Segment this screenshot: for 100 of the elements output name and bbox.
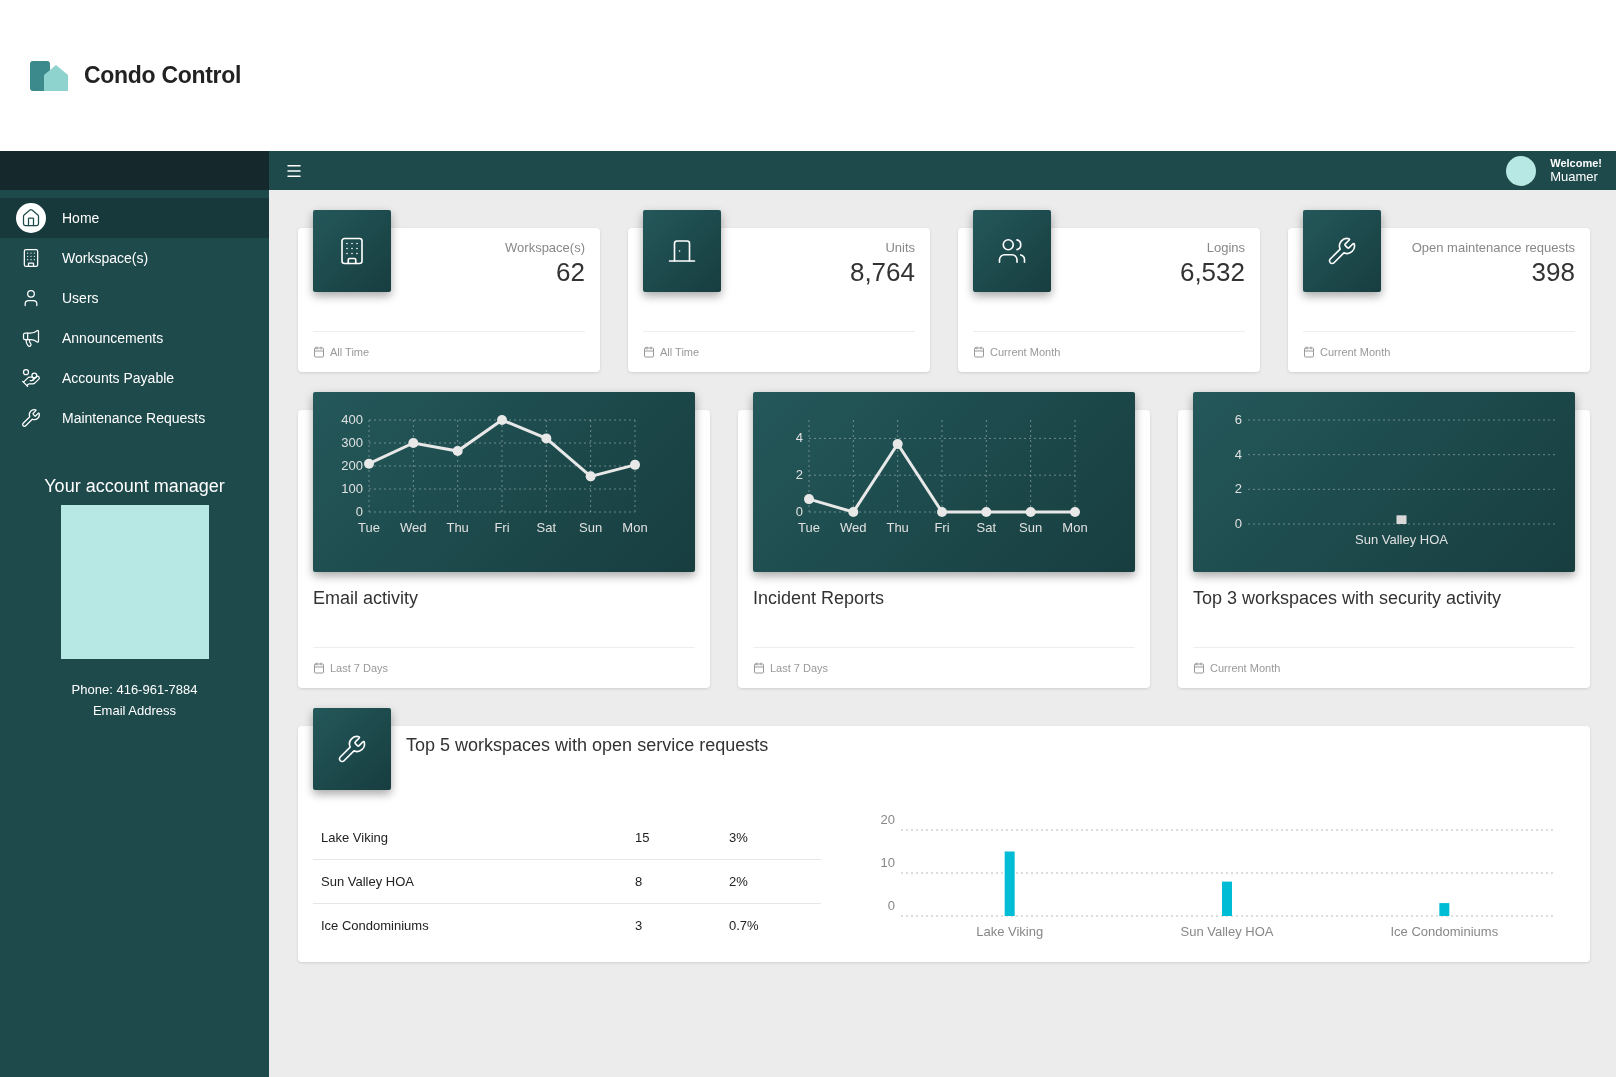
period-text: Current Month (1210, 662, 1281, 674)
axis-label: Mon (1062, 520, 1088, 535)
email-text: Email Address (91, 702, 178, 720)
chart-title: Email activity (313, 588, 419, 609)
table-cell-text: Sun Valley HOA (320, 874, 415, 889)
axis-label: Thu (446, 520, 469, 535)
chart-bar (1396, 515, 1407, 524)
data-point (804, 494, 814, 505)
data-point (892, 438, 903, 449)
brand-name: Condo Control (84, 62, 242, 89)
wrench-icon (1327, 236, 1357, 266)
welcome-text: Welcome! (1550, 157, 1602, 169)
axis-label: Sun Valley HOA (1180, 924, 1274, 939)
avatar[interactable] (1506, 155, 1537, 186)
axis-label: 20 (880, 812, 895, 827)
building-icon (21, 248, 41, 268)
period-text: All Time (660, 346, 700, 358)
data-point (585, 471, 596, 482)
period-text: Last 7 Days (770, 662, 829, 674)
axis-label: Wed (840, 520, 867, 535)
axis-label: 200 (341, 458, 363, 473)
data-point (1025, 507, 1036, 517)
data-point (541, 433, 552, 444)
table-cell-text: 0.7% (728, 918, 760, 933)
axis-label: Sun (1019, 520, 1043, 535)
table-cell-text: 3% (728, 830, 749, 845)
table-cell-text: 2% (728, 874, 749, 889)
axis-label: 2 (795, 467, 803, 483)
axis-label: Mon (622, 520, 648, 535)
data-point (408, 438, 419, 448)
logo-icon (30, 58, 68, 93)
stat-value: 62 (556, 257, 585, 288)
table-cell-text: 15 (634, 830, 651, 845)
sidebar-item[interactable]: Accounts Payable (0, 358, 269, 398)
axis-label: Fri (934, 520, 950, 535)
table-cell-text: 3 (634, 918, 644, 933)
axis-label: Fri (494, 520, 510, 535)
sidebar-item[interactable]: Workspace(s) (0, 238, 269, 278)
axis-label: 4 (1234, 446, 1242, 462)
axis-label: 0 (355, 504, 363, 519)
sidebar-item[interactable]: Users (0, 278, 269, 318)
axis-label: 0 (887, 898, 895, 913)
stat-value: 8,764 (849, 257, 915, 288)
axis-label: 0 (795, 504, 803, 519)
axis-label: 300 (341, 435, 363, 450)
megaphone-icon (21, 328, 41, 348)
section-title: Your account manager (43, 476, 226, 497)
table-cell-text: 8 (634, 874, 644, 889)
axis-label: Tue (798, 520, 820, 535)
axis-label: Sun (579, 520, 603, 535)
chart-bar (1004, 851, 1015, 916)
data-point (452, 446, 463, 457)
stat-label: Workspace(s) (505, 240, 585, 255)
data-point (497, 415, 507, 425)
axis-label: 10 (880, 855, 895, 870)
axis-label: Thu (886, 520, 909, 535)
house-icon (21, 208, 41, 228)
people-icon (997, 236, 1027, 266)
calendar-icon (753, 662, 765, 674)
period-text: Last 7 Days (330, 662, 389, 674)
axis-label: Wed (400, 520, 427, 535)
table-cell-text: Ice Condominiums (320, 918, 430, 933)
sidebar-item[interactable]: Announcements (0, 318, 269, 358)
sidebar-item[interactable]: Home (0, 198, 269, 238)
axis-label: 6 (1234, 412, 1242, 427)
axis-label: Sat (536, 520, 557, 535)
data-point (364, 458, 374, 469)
stat-label: Units (885, 240, 915, 255)
sidebar-item[interactable]: Maintenance Requests (0, 398, 269, 438)
axis-label: Sat (976, 520, 997, 535)
phone-text: Phone: 416-961-7884 (70, 681, 199, 699)
hand-coin-icon (21, 368, 41, 388)
axis-label: 400 (341, 412, 363, 427)
table-cell-text: Lake Viking (320, 830, 389, 845)
data-point (981, 507, 992, 517)
chart-title: Incident Reports (753, 588, 885, 609)
stat-label: Open maintenance requests (1411, 240, 1575, 255)
chart-bar (1439, 903, 1450, 916)
card-title: Top 5 workspaces with open service requests (406, 734, 769, 756)
axis-label: Ice Condominiums (1390, 924, 1499, 939)
axis-label: 100 (341, 481, 363, 496)
calendar-icon (313, 662, 325, 674)
period-text: Current Month (990, 346, 1061, 358)
calendar-icon (973, 346, 985, 358)
user-name: Muamer (1550, 169, 1598, 184)
wrench-icon (21, 408, 41, 428)
stat-value: 398 (1531, 257, 1575, 288)
chart-bar (1222, 881, 1232, 916)
wrench-icon (337, 734, 367, 764)
calendar-icon (313, 346, 325, 358)
axis-label: Tue (358, 520, 380, 535)
axis-label: Sun Valley HOA (1355, 532, 1448, 547)
data-point (848, 507, 859, 517)
stat-label: Logins (1206, 240, 1245, 255)
stat-value: 6,532 (1179, 257, 1245, 288)
period-text: All Time (330, 346, 370, 358)
axis-label: 4 (795, 430, 803, 446)
calendar-icon (1303, 346, 1315, 358)
axis-label: 0 (1234, 516, 1242, 531)
data-point (1070, 507, 1080, 517)
